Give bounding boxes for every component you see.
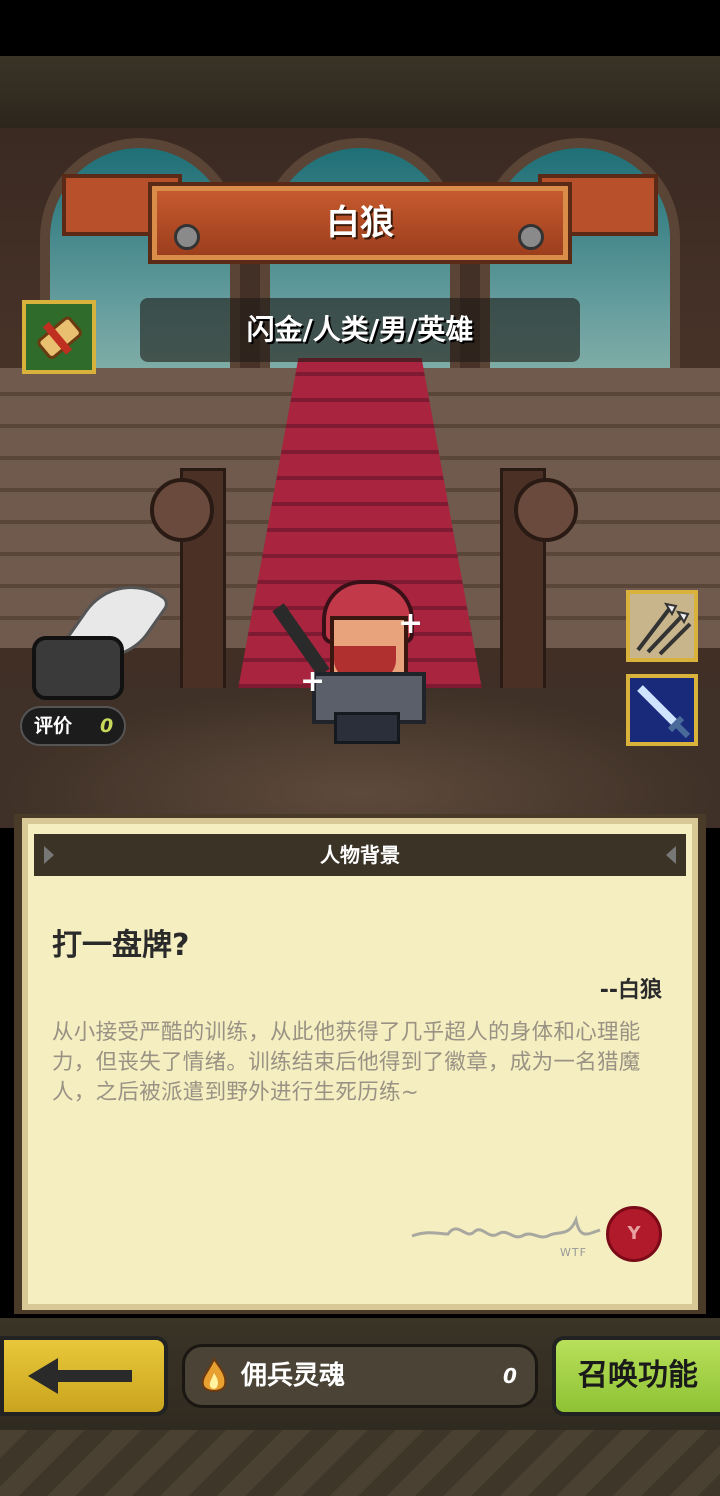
soul-label: 佣兵灵魂 — [241, 1361, 346, 1391]
back-arrow-icon — [28, 1358, 132, 1394]
flame-soul-icon — [201, 1357, 227, 1392]
triple-arrow-skill-icon — [636, 602, 692, 656]
wax-seal-icon: Y — [606, 1206, 662, 1262]
sparkle-icon: + — [398, 606, 424, 641]
panel-title: 人物背景 — [320, 843, 400, 867]
panel-header: 人物背景 — [34, 834, 686, 876]
hero-subtitle: 闪金/人类/男/英雄 — [246, 313, 474, 346]
back-button[interactable] — [0, 1336, 168, 1416]
inkwell-quill-icon[interactable] — [26, 563, 172, 710]
scroll-icon — [37, 316, 82, 359]
skill-sword-button[interactable] — [626, 674, 698, 746]
sword-skill-icon — [637, 685, 691, 739]
quote-author: --白狼 — [599, 978, 662, 1003]
hero-backstory: 从小接受严酷的训练，从此他获得了几乎超人的身体和心理能力，但丧失了情绪。训练结束… — [52, 1020, 641, 1105]
signature-mark: WTF — [560, 1246, 587, 1259]
summon-button[interactable]: 召唤功能 — [552, 1336, 720, 1416]
soul-count: 0 — [503, 1364, 517, 1388]
rating-badge[interactable]: 评价 0 — [20, 706, 126, 746]
rating-label: 评价 — [34, 715, 73, 737]
sparkle-icon: + — [300, 664, 326, 699]
rail-post-left — [150, 478, 214, 542]
status-bar — [0, 0, 720, 56]
header-arrow-right-icon — [666, 846, 676, 864]
top-frame — [0, 56, 720, 136]
hero-sprite[interactable]: + + — [272, 580, 440, 744]
bottom-frame-pattern — [0, 1430, 720, 1496]
seal-emblem: Y — [627, 1223, 641, 1244]
hero-subtitle-bar: 闪金/人类/男/英雄 — [140, 298, 580, 362]
scroll-button[interactable] — [22, 300, 96, 374]
soul-resource-bar: 佣兵灵魂 0 — [182, 1344, 538, 1408]
name-banner: 白狼 — [62, 160, 658, 280]
hero-name: 白狼 — [326, 203, 394, 243]
hero-legs — [334, 712, 400, 744]
rating-value: 0 — [100, 715, 114, 737]
ink-pot — [32, 636, 124, 700]
rail-post-right — [514, 478, 578, 542]
summon-label: 召唤功能 — [578, 1358, 698, 1393]
skill-arrow-button[interactable] — [626, 590, 698, 662]
hero-quote: 打一盘牌? — [52, 928, 190, 963]
